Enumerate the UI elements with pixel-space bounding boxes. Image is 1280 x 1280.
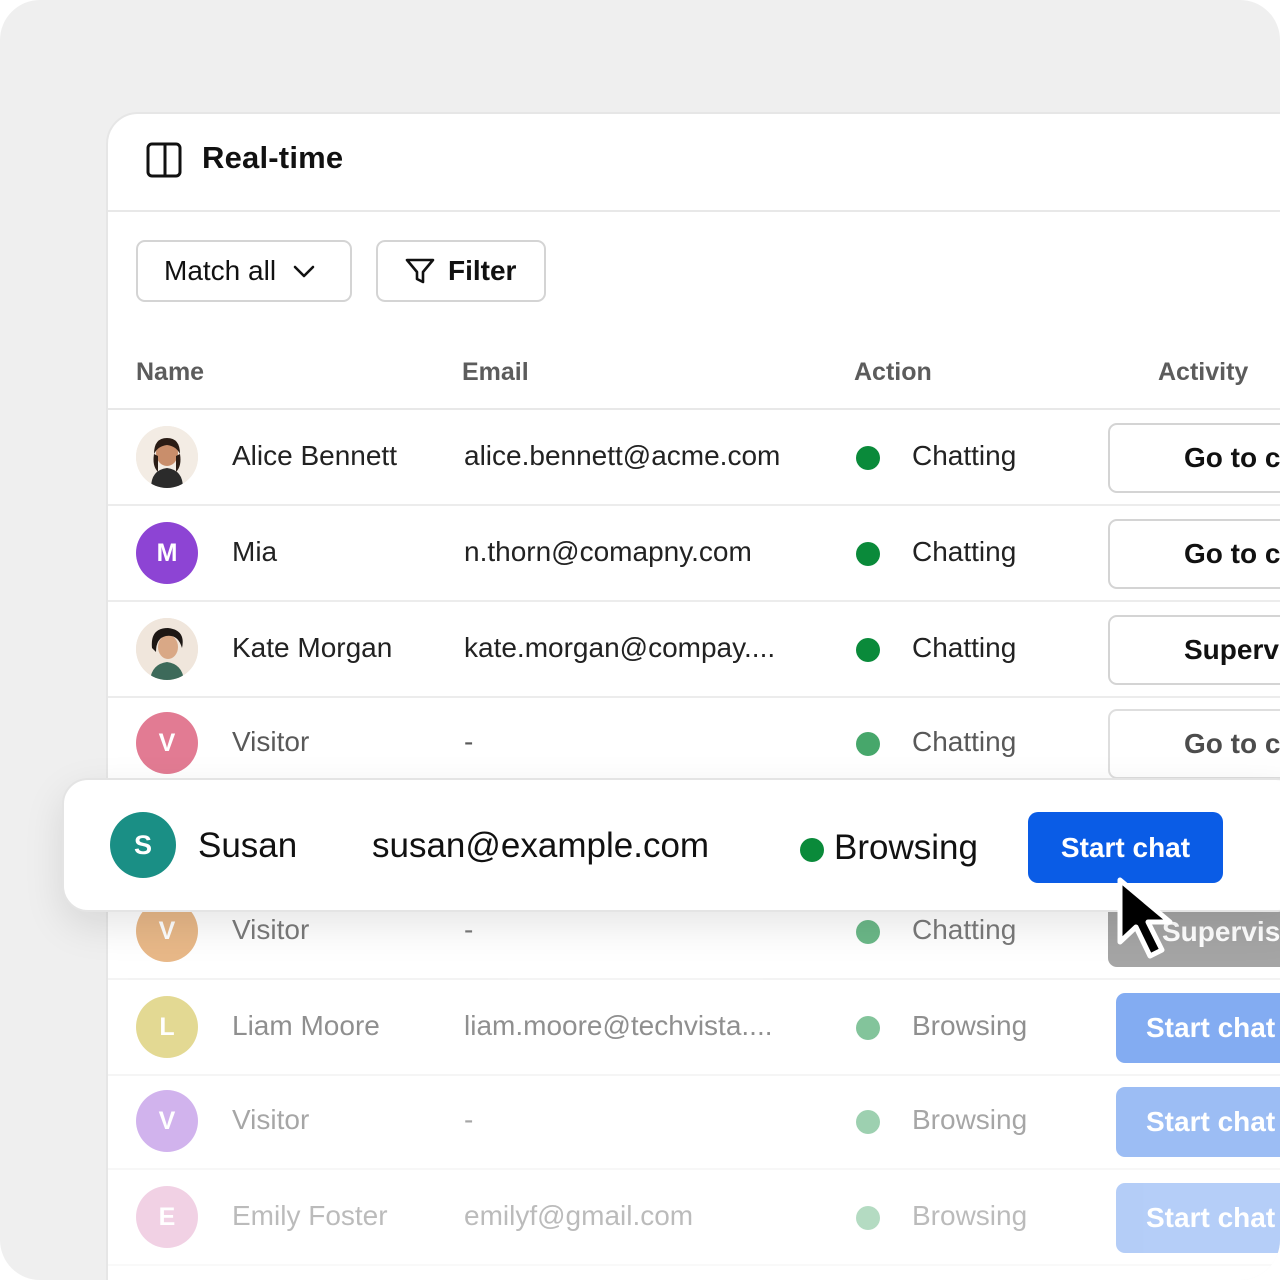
- status-dot: [856, 1110, 880, 1134]
- filter-icon: [405, 258, 435, 284]
- action-cell: Chatting: [912, 726, 1017, 757]
- table-row: E Emily Foster emilyf@gmail.com Browsing…: [108, 1170, 1280, 1266]
- action-cell: Browsing: [912, 1010, 1028, 1041]
- table-row: Kate Morgan kate.morgan@compay.... Chatt…: [108, 602, 1280, 698]
- avatar: M: [136, 522, 198, 584]
- table-row: Alice Bennett alice.bennett@acme.com Cha…: [108, 410, 1280, 506]
- email-cell: susan@example.com: [372, 826, 710, 865]
- go-to-chat-button[interactable]: Go to chat: [1108, 423, 1280, 493]
- action-cell: Chatting: [912, 632, 1017, 663]
- table-row: L Liam Moore liam.moore@techvista.... Br…: [108, 980, 1280, 1076]
- mouse-pointer-icon: [1117, 877, 1173, 959]
- email-cell: -: [464, 914, 474, 945]
- avatar: S: [110, 812, 176, 878]
- email-cell: -: [464, 726, 474, 757]
- sidebar-panel-icon[interactable]: [146, 142, 182, 178]
- name-cell: Emily Foster: [232, 1200, 388, 1231]
- table-row: M Mia n.thorn@comapny.com Chatting Go to…: [108, 506, 1280, 602]
- column-header-action[interactable]: Action: [854, 358, 932, 387]
- match-all-dropdown[interactable]: Match all: [136, 240, 352, 302]
- status-dot: [856, 1206, 880, 1230]
- column-header-activity[interactable]: Activity: [1158, 358, 1248, 387]
- action-cell: Chatting: [912, 914, 1017, 945]
- person-photo-icon: [136, 618, 198, 680]
- person-photo-icon: [136, 426, 198, 488]
- go-to-chat-button[interactable]: Go to chat: [1108, 709, 1280, 779]
- name-cell: Kate Morgan: [232, 632, 393, 663]
- panel-header: Real-time: [108, 114, 1280, 212]
- start-chat-button[interactable]: Start chat: [1116, 1183, 1280, 1253]
- avatar: V: [136, 712, 198, 774]
- email-cell: alice.bennett@acme.com: [464, 440, 781, 471]
- name-cell: Liam Moore: [232, 1010, 380, 1041]
- chevron-down-icon: [293, 265, 315, 278]
- filter-label: Filter: [448, 255, 517, 286]
- avatar: V: [136, 1090, 198, 1152]
- go-to-chat-button[interactable]: Go to chat: [1108, 519, 1280, 589]
- column-header-name[interactable]: Name: [136, 358, 204, 387]
- status-dot: [800, 838, 824, 862]
- action-cell: Chatting: [912, 536, 1017, 567]
- email-cell: -: [464, 1104, 474, 1135]
- status-dot: [856, 638, 880, 662]
- match-all-label: Match all: [164, 255, 277, 286]
- start-chat-button[interactable]: Start chat: [1116, 993, 1280, 1063]
- status-dot: [856, 1016, 880, 1040]
- action-cell: Browsing: [912, 1104, 1028, 1135]
- avatar: [136, 618, 198, 680]
- action-cell: Chatting: [912, 440, 1017, 471]
- start-chat-button[interactable]: Start chat: [1116, 1087, 1280, 1157]
- filter-button[interactable]: Filter: [376, 240, 546, 302]
- name-cell: Susan: [198, 826, 298, 865]
- email-cell: emilyf@gmail.com: [464, 1200, 694, 1231]
- email-cell: liam.moore@techvista....: [464, 1010, 773, 1041]
- avatar: E: [136, 1186, 198, 1248]
- name-cell: Visitor: [232, 1104, 310, 1135]
- highlighted-visitor-row[interactable]: S Susan susan@example.com Browsing Start…: [62, 778, 1280, 912]
- table-row: V Visitor - Browsing Start chat: [108, 1074, 1280, 1170]
- realtime-panel: Real-time Match all Filter Name Email Ac…: [106, 112, 1280, 1280]
- name-cell: Visitor: [232, 726, 310, 757]
- name-cell: Visitor: [232, 914, 310, 945]
- action-cell: Browsing: [834, 828, 978, 867]
- email-cell: n.thorn@comapny.com: [464, 536, 752, 567]
- app-background: Real-time Match all Filter Name Email Ac…: [0, 0, 1280, 1280]
- status-dot: [856, 542, 880, 566]
- name-cell: Alice Bennett: [232, 440, 397, 471]
- avatar: L: [136, 996, 198, 1058]
- email-cell: kate.morgan@compay....: [464, 632, 776, 663]
- name-cell: Mia: [232, 536, 278, 567]
- action-cell: Browsing: [912, 1200, 1028, 1231]
- status-dot: [856, 920, 880, 944]
- status-dot: [856, 732, 880, 756]
- status-dot: [856, 446, 880, 470]
- page-title: Real-time: [202, 140, 344, 175]
- column-header-email[interactable]: Email: [462, 358, 529, 387]
- avatar: [136, 426, 198, 488]
- supervise-button[interactable]: Supervise: [1108, 615, 1280, 685]
